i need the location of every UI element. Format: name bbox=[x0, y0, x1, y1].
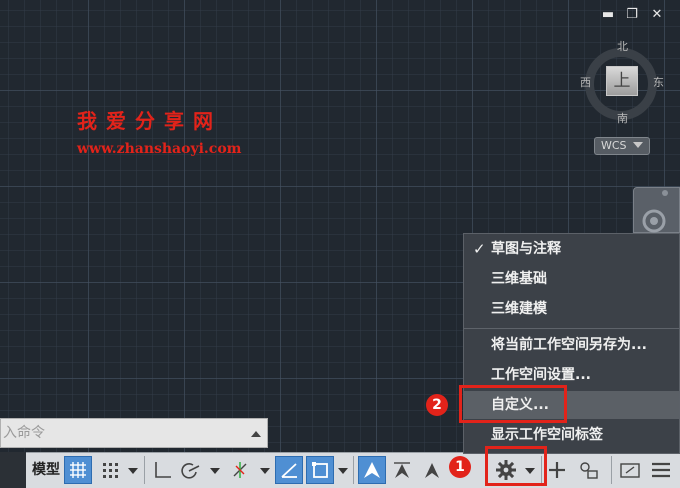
osnap-dropdown-icon[interactable] bbox=[260, 468, 270, 474]
dynucs-dropdown-icon[interactable] bbox=[338, 468, 348, 474]
command-input[interactable] bbox=[1, 419, 241, 447]
wcs-label: WCS bbox=[601, 139, 627, 152]
autoscale-button[interactable] bbox=[418, 456, 446, 484]
checkmark-icon: ✓ bbox=[473, 240, 486, 258]
restore-button[interactable]: ❐ bbox=[624, 8, 640, 22]
otrack-button[interactable] bbox=[275, 456, 303, 484]
ortho-button[interactable] bbox=[148, 456, 176, 484]
status-separator bbox=[353, 456, 354, 484]
osnap-icon bbox=[233, 462, 247, 478]
menu-item-label: 将当前工作空间另存为... bbox=[491, 337, 647, 353]
add-button[interactable] bbox=[543, 456, 571, 484]
autoscale-icon bbox=[425, 463, 439, 478]
snap-icon bbox=[103, 463, 118, 478]
watermark-title: 我爱分享网 bbox=[77, 109, 222, 133]
compass-east-label[interactable]: 东 bbox=[653, 74, 664, 90]
compass-north-label[interactable]: 北 bbox=[617, 38, 628, 54]
ortho-icon bbox=[155, 462, 171, 478]
close-button[interactable]: ✕ bbox=[649, 8, 665, 22]
compass-west-label[interactable]: 西 bbox=[580, 74, 591, 90]
viewcube-top-face[interactable]: 上 bbox=[606, 66, 638, 96]
menu-item-label: 三维建模 bbox=[491, 301, 547, 317]
customization-menu-button[interactable] bbox=[647, 456, 675, 484]
annotation-scale-button[interactable] bbox=[358, 456, 386, 484]
step-badge-1: 1 bbox=[449, 456, 471, 478]
chevron-down-icon bbox=[633, 142, 643, 148]
compass-south-label[interactable]: 南 bbox=[617, 110, 628, 126]
polar-dropdown-icon[interactable] bbox=[210, 468, 220, 474]
watermark-url: www.zhanshaoyi.com bbox=[77, 141, 242, 157]
minimize-button[interactable]: ▬ bbox=[600, 8, 616, 22]
dynucs-icon bbox=[312, 462, 328, 478]
model-tab[interactable]: 模型 bbox=[28, 456, 64, 484]
menu-separator bbox=[464, 328, 679, 329]
highlight-box-workspace bbox=[485, 446, 547, 486]
menu-item-label: 草图与注释 bbox=[491, 241, 561, 257]
snap-button[interactable] bbox=[96, 456, 124, 484]
fullscreen-button[interactable] bbox=[616, 456, 644, 484]
isolate-objects-button[interactable] bbox=[575, 456, 603, 484]
menu-item-3d-modeling[interactable]: 三维建模 bbox=[464, 295, 679, 323]
status-separator bbox=[611, 456, 612, 484]
plus-icon bbox=[549, 462, 565, 478]
navigation-bar[interactable] bbox=[633, 187, 680, 233]
wcs-dropdown[interactable]: WCS bbox=[594, 137, 650, 155]
menu-item-save-workspace-as[interactable]: 将当前工作空间另存为... bbox=[464, 331, 679, 359]
menu-item-drafting-annotation[interactable]: ✓ 草图与注释 bbox=[464, 235, 679, 263]
annotation-visibility-button[interactable] bbox=[388, 456, 416, 484]
status-separator bbox=[144, 456, 145, 484]
polar-icon bbox=[181, 463, 200, 479]
grid-button[interactable] bbox=[64, 456, 92, 484]
polar-button[interactable] bbox=[176, 456, 204, 484]
snap-dropdown-icon[interactable] bbox=[128, 468, 138, 474]
dynucs-button[interactable] bbox=[306, 456, 334, 484]
menu-item-label: 三维基础 bbox=[491, 271, 547, 287]
menu-item-label: 工作空间设置... bbox=[491, 367, 591, 383]
menu-item-show-workspace-label[interactable]: 显示工作空间标签 bbox=[464, 421, 679, 449]
step-badge-2: 2 bbox=[426, 394, 448, 416]
fullscreen-icon bbox=[620, 463, 640, 478]
command-history-up-icon[interactable] bbox=[251, 431, 261, 437]
menu-item-label: 显示工作空间标签 bbox=[491, 427, 603, 443]
grid-icon bbox=[70, 462, 86, 478]
annotation-scale-icon bbox=[364, 462, 380, 478]
otrack-icon bbox=[281, 463, 297, 478]
isolate-icon bbox=[580, 462, 598, 479]
annotation-visibility-icon bbox=[394, 462, 410, 478]
command-line[interactable] bbox=[0, 418, 268, 448]
navbar-steering-wheel-icon bbox=[642, 190, 668, 233]
menu-icon bbox=[652, 462, 670, 478]
menu-item-3d-basics[interactable]: 三维基础 bbox=[464, 265, 679, 293]
osnap-button[interactable] bbox=[226, 456, 254, 484]
status-bar-left-edge bbox=[0, 452, 26, 488]
highlight-box-customize bbox=[459, 385, 567, 423]
